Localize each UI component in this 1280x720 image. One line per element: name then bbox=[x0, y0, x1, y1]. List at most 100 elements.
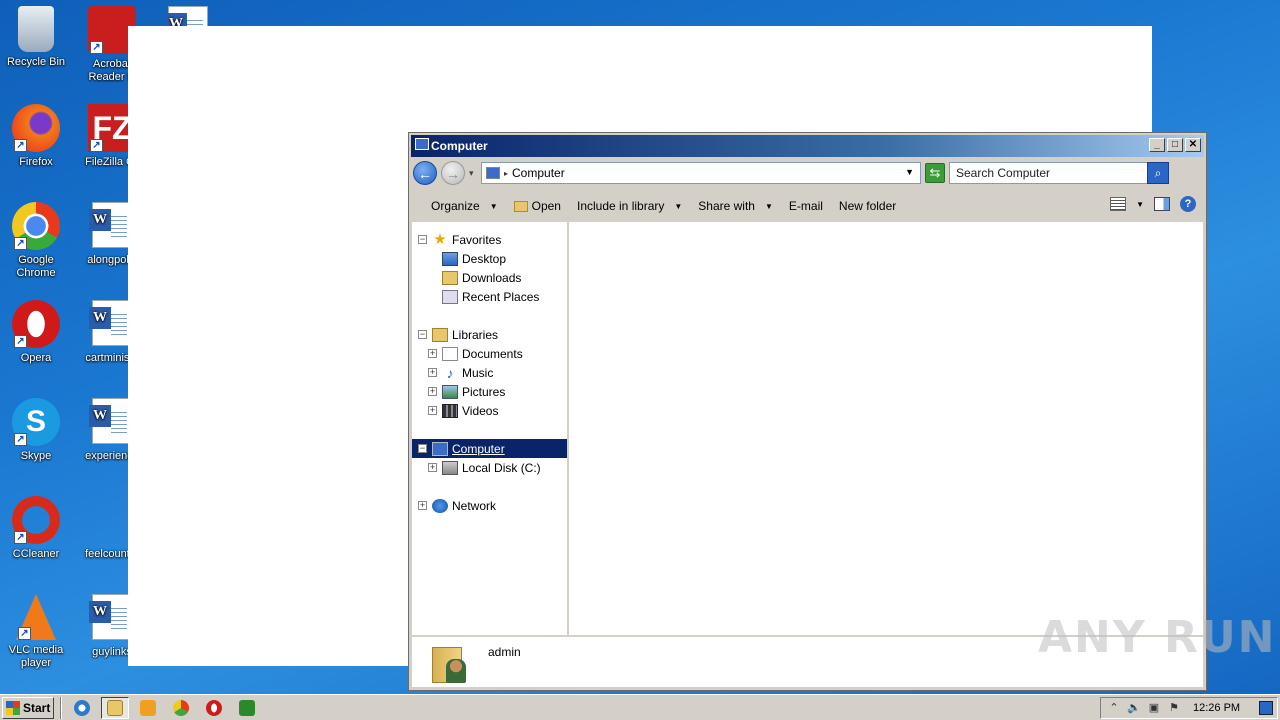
desktop-icon-ccleaner[interactable]: ↗ CCleaner bbox=[0, 496, 72, 561]
start-button[interactable]: Start bbox=[2, 696, 54, 719]
volume-icon[interactable]: 🔈 bbox=[1127, 701, 1141, 715]
chevron-down-icon[interactable]: ▸ bbox=[504, 169, 508, 178]
organize-button[interactable]: Organize ▼ bbox=[423, 199, 506, 213]
hard-disk-icon bbox=[442, 460, 458, 475]
internet-explorer-icon bbox=[74, 699, 90, 716]
expand-icon[interactable]: + bbox=[428, 387, 437, 396]
expand-icon[interactable]: + bbox=[428, 349, 437, 358]
nav-item-music[interactable]: + ♪ Music bbox=[412, 363, 567, 382]
nav-item-downloads[interactable]: Downloads bbox=[412, 268, 567, 287]
minimize-button[interactable]: _ bbox=[1149, 138, 1165, 152]
command-bar: Organize ▼ Open Include in library ▼ Share… bbox=[409, 189, 1206, 223]
expand-icon[interactable]: + bbox=[428, 406, 437, 415]
desktop-icon-opera[interactable]: ↗ Opera bbox=[0, 300, 72, 365]
videos-icon bbox=[442, 403, 458, 418]
taskbar-app[interactable] bbox=[233, 697, 261, 719]
address-dropdown-icon[interactable]: ▼ bbox=[905, 167, 914, 177]
computer-icon bbox=[486, 167, 500, 179]
expand-icon[interactable]: + bbox=[428, 368, 437, 377]
taskbar-opera[interactable] bbox=[200, 697, 228, 719]
nav-item-favorites[interactable]: − ★ Favorites bbox=[412, 230, 567, 249]
recent-places-icon bbox=[442, 289, 458, 304]
desktop-icon-chrome[interactable]: ↗ Google Chrome bbox=[0, 202, 72, 280]
collapse-icon[interactable]: − bbox=[418, 235, 427, 244]
navigation-pane[interactable]: − ★ Favorites Desktop Downloads Recent P… bbox=[412, 222, 569, 636]
media-player-icon bbox=[140, 699, 156, 716]
desktop-icon-skype[interactable]: S ↗ Skype bbox=[0, 398, 72, 463]
collapse-icon[interactable]: − bbox=[418, 444, 427, 453]
desktop-icon-firefox[interactable]: ↗ Firefox bbox=[0, 104, 72, 169]
nav-item-pictures[interactable]: + Pictures bbox=[412, 382, 567, 401]
documents-icon bbox=[442, 346, 458, 361]
music-icon: ♪ bbox=[446, 364, 454, 381]
include-in-library-button[interactable]: Include in library ▼ bbox=[569, 199, 690, 213]
close-button[interactable]: ✕ bbox=[1185, 138, 1201, 152]
chevron-down-icon[interactable]: ▼ bbox=[1136, 200, 1144, 209]
opera-icon bbox=[206, 699, 222, 716]
change-view-icon[interactable] bbox=[1110, 197, 1127, 211]
skype-icon: S ↗ bbox=[12, 398, 60, 446]
nav-item-computer[interactable]: − Computer bbox=[412, 439, 567, 458]
chrome-icon: ↗ bbox=[12, 202, 60, 250]
chevron-down-icon: ▼ bbox=[489, 201, 498, 211]
recycle-bin-icon bbox=[18, 6, 54, 52]
file-list-area[interactable] bbox=[569, 222, 1203, 636]
desktop-icon bbox=[442, 251, 458, 266]
watermark: ANY RUN bbox=[1038, 612, 1277, 663]
address-bar[interactable]: ▸ Computer ▼ bbox=[481, 162, 921, 184]
nav-item-documents[interactable]: + Documents bbox=[412, 344, 567, 363]
app-icon bbox=[239, 699, 255, 716]
address-row: ← → ▾ ▸ Computer ▼ ⇆ Search Computer ⌕ bbox=[409, 157, 1206, 189]
main-content: − ★ Favorites Desktop Downloads Recent P… bbox=[412, 222, 1203, 636]
taskbar-explorer[interactable] bbox=[101, 696, 129, 719]
new-folder-button[interactable]: New folder bbox=[831, 199, 904, 213]
expand-icon[interactable]: + bbox=[428, 463, 437, 472]
details-name: admin bbox=[488, 645, 521, 659]
search-icon[interactable]: ⌕ bbox=[1147, 162, 1169, 184]
maximize-button[interactable]: □ bbox=[1167, 138, 1183, 152]
help-icon[interactable]: ? bbox=[1180, 196, 1196, 212]
collapse-icon[interactable]: − bbox=[418, 330, 427, 339]
back-button[interactable]: ← bbox=[413, 161, 437, 185]
refresh-button[interactable]: ⇆ bbox=[925, 163, 945, 183]
taskbar-ie[interactable] bbox=[68, 697, 96, 719]
show-hidden-icons-icon[interactable]: ⌃ bbox=[1107, 701, 1121, 715]
email-button[interactable]: E-mail bbox=[781, 199, 831, 213]
history-dropdown-icon[interactable]: ▾ bbox=[469, 168, 477, 179]
network-status-icon[interactable]: ▣ bbox=[1147, 701, 1161, 715]
explorer-window[interactable]: Computer _ □ ✕ ← → ▾ ▸ Computer ▼ ⇆ Sear… bbox=[408, 132, 1207, 691]
opera-icon: ↗ bbox=[12, 300, 60, 348]
desktop-icon-vlc[interactable]: ↗ VLC media player bbox=[0, 594, 72, 670]
title-bar[interactable]: Computer _ □ ✕ bbox=[411, 135, 1204, 157]
vlc-icon: ↗ bbox=[16, 594, 56, 640]
open-button[interactable]: Open bbox=[506, 199, 569, 213]
nav-item-libraries[interactable]: − Libraries bbox=[412, 325, 567, 344]
taskbar-chrome[interactable] bbox=[167, 697, 195, 719]
chevron-down-icon: ▼ bbox=[764, 201, 773, 211]
computer-icon bbox=[432, 441, 448, 456]
nav-item-recent-places[interactable]: Recent Places bbox=[412, 287, 567, 306]
preview-pane-icon[interactable] bbox=[1154, 197, 1170, 211]
network-icon bbox=[432, 498, 448, 513]
folder-icon bbox=[107, 699, 123, 716]
star-icon: ★ bbox=[433, 230, 447, 248]
share-with-button[interactable]: Share with ▼ bbox=[690, 199, 781, 213]
windows-logo-icon bbox=[6, 700, 20, 715]
nav-item-desktop[interactable]: Desktop bbox=[412, 249, 567, 268]
user-folder-icon bbox=[432, 641, 468, 683]
nav-item-network[interactable]: + Network bbox=[412, 496, 567, 515]
chrome-icon bbox=[173, 699, 189, 716]
show-desktop-icon[interactable] bbox=[1259, 701, 1273, 715]
action-center-flag-icon[interactable]: ⚑ bbox=[1167, 701, 1181, 715]
downloads-icon bbox=[442, 270, 458, 285]
clock[interactable]: 12:26 PM bbox=[1193, 702, 1240, 714]
nav-item-local-disk[interactable]: + Local Disk (C:) bbox=[412, 458, 567, 477]
taskbar: Start ⌃ 🔈 ▣ ⚑ 12:26 PM bbox=[0, 694, 1280, 720]
libraries-icon bbox=[432, 327, 448, 342]
nav-item-videos[interactable]: + Videos bbox=[412, 401, 567, 420]
forward-button[interactable]: → bbox=[441, 161, 465, 185]
search-input[interactable]: Search Computer ⌕ bbox=[949, 162, 1169, 184]
taskbar-media-player[interactable] bbox=[134, 697, 162, 719]
desktop-icon-recycle-bin[interactable]: Recycle Bin bbox=[0, 6, 72, 69]
expand-icon[interactable]: + bbox=[418, 501, 427, 510]
